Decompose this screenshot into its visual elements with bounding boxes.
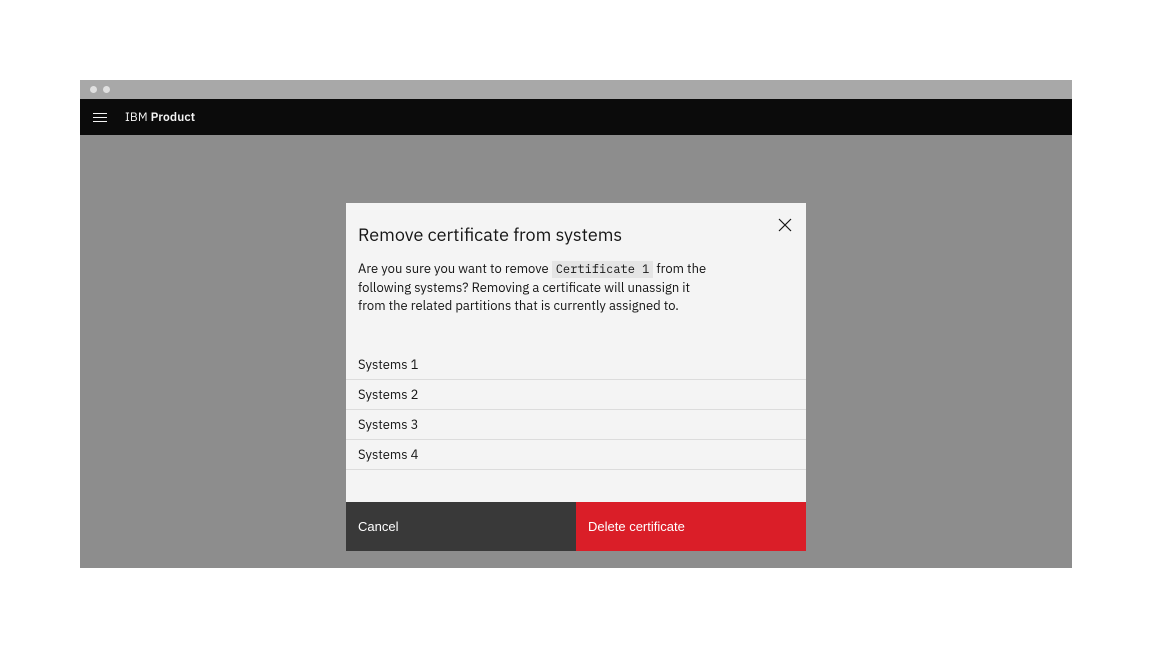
delete-certificate-button[interactable]: Delete certificate [576, 502, 806, 551]
modal-header: Remove certificate from systems [346, 203, 806, 246]
cancel-label: Cancel [358, 519, 398, 534]
systems-list: Systems 1 Systems 2 Systems 3 Systems 4 [346, 350, 806, 470]
list-item: Systems 2 [346, 380, 806, 410]
remove-certificate-modal: Remove certificate from systems Are you … [346, 203, 806, 551]
hamburger-menu-icon[interactable] [93, 113, 107, 122]
window-dot [90, 86, 97, 93]
list-item: Systems 1 [346, 350, 806, 380]
browser-window: IBM Product Remove certificate from syst… [80, 80, 1072, 568]
close-icon[interactable] [778, 217, 792, 231]
modal-body: Are you sure you want to remove Certific… [346, 246, 806, 321]
list-item: Systems 3 [346, 410, 806, 440]
brand-product: Product [151, 110, 196, 125]
list-item: Systems 4 [346, 440, 806, 470]
desc-text-before: Are you sure you want to remove [358, 260, 552, 277]
certificate-name-code: Certificate 1 [552, 261, 654, 278]
cancel-button[interactable]: Cancel [346, 502, 576, 551]
window-dot [103, 86, 110, 93]
modal-description: Are you sure you want to remove Certific… [358, 260, 718, 315]
delete-label: Delete certificate [588, 519, 685, 534]
brand-label: IBM Product [125, 110, 195, 125]
brand-ibm: IBM [125, 110, 148, 125]
content-area: Remove certificate from systems Are you … [80, 135, 1072, 568]
spacer [346, 470, 806, 502]
window-chrome [80, 80, 1072, 99]
modal-title: Remove certificate from systems [358, 223, 790, 246]
app-header: IBM Product [80, 99, 1072, 135]
modal-footer: Cancel Delete certificate [346, 502, 806, 551]
